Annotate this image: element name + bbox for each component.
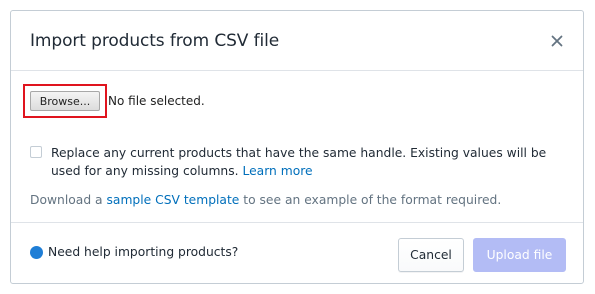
upload-file-button[interactable]: Upload file bbox=[473, 238, 566, 272]
learn-more-link[interactable]: Learn more bbox=[242, 164, 312, 178]
close-button[interactable] bbox=[549, 33, 565, 49]
dialog-body: Browse... No file selected. Replace any … bbox=[11, 71, 583, 223]
browse-highlight-box: Browse... bbox=[23, 84, 107, 118]
template-hint-prefix: Download a bbox=[30, 193, 103, 207]
info-circle-icon bbox=[30, 245, 43, 259]
template-hint: Download a sample CSV template to see an… bbox=[30, 193, 501, 207]
dialog-footer: Need help importing products? Cancel Upl… bbox=[11, 222, 583, 285]
template-hint-suffix: to see an example of the format required… bbox=[243, 193, 502, 207]
overwrite-checkbox[interactable] bbox=[30, 146, 42, 158]
file-input: Browse... No file selected. bbox=[23, 84, 205, 118]
import-products-dialog: Import products from CSV file Browse... … bbox=[10, 10, 584, 284]
help-link[interactable]: Need help importing products? bbox=[30, 245, 238, 259]
dialog-header: Import products from CSV file bbox=[11, 11, 583, 71]
close-icon bbox=[551, 35, 563, 47]
file-status-text: No file selected. bbox=[108, 94, 205, 108]
browse-button[interactable]: Browse... bbox=[30, 91, 100, 111]
overwrite-option: Replace any current products that have t… bbox=[30, 144, 570, 180]
cancel-button[interactable]: Cancel bbox=[398, 238, 464, 272]
dialog-title: Import products from CSV file bbox=[30, 31, 280, 51]
sample-csv-template-link[interactable]: sample CSV template bbox=[107, 193, 240, 207]
overwrite-option-label: Replace any current products that have t… bbox=[51, 144, 570, 180]
help-text: Need help importing products? bbox=[48, 245, 239, 259]
